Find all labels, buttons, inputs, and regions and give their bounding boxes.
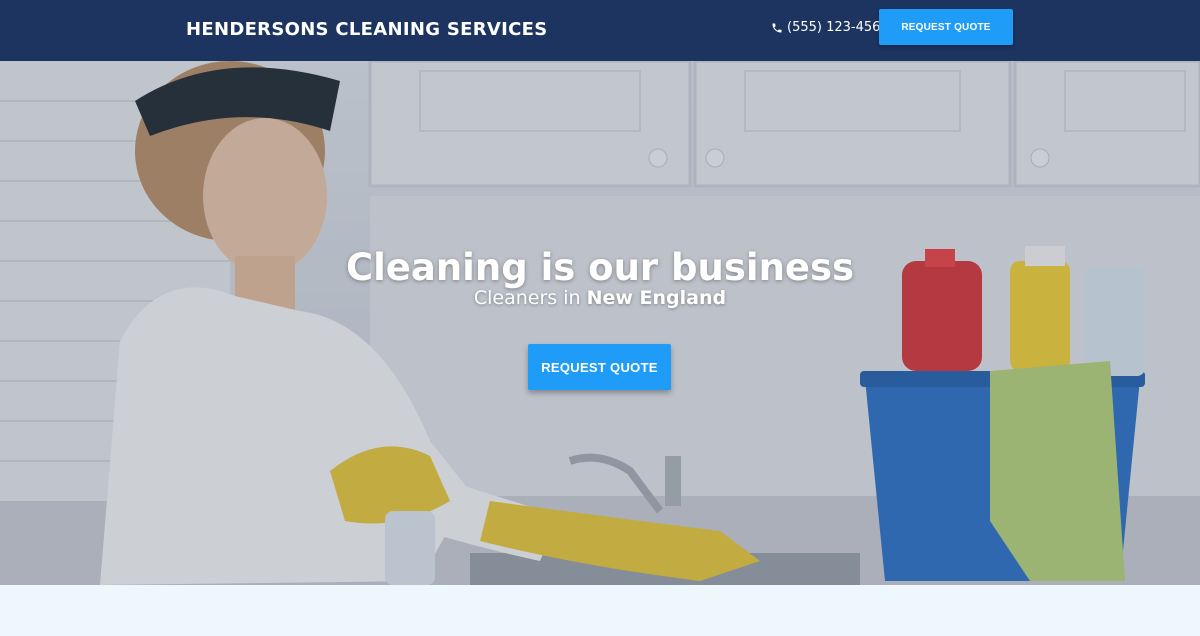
hero-content: Cleaning is our business Cleaners in New… [0, 61, 1200, 585]
brand-name[interactable]: HENDERSONS CLEANING SERVICES [186, 19, 547, 40]
hero-subtitle-prefix: Cleaners in [473, 287, 587, 309]
site-header: HENDERSONS CLEANING SERVICES (555) 123-4… [0, 0, 1200, 61]
phone-icon [772, 23, 782, 32]
hero-request-quote-button[interactable]: REQUEST QUOTE [528, 344, 671, 390]
phone-text: (555) 123-4567 [787, 20, 889, 35]
hero-section: Cleaning is our business Cleaners in New… [0, 61, 1200, 585]
header-request-quote-button[interactable]: REQUEST QUOTE [879, 9, 1013, 45]
hero-title: Cleaning is our business [345, 246, 855, 289]
phone-number[interactable]: (555) 123-4567 [771, 20, 889, 35]
below-hero-section [0, 585, 1200, 636]
hero-subtitle-location: New England [586, 287, 727, 309]
hero-subtitle: Cleaners in New England [0, 287, 1200, 309]
